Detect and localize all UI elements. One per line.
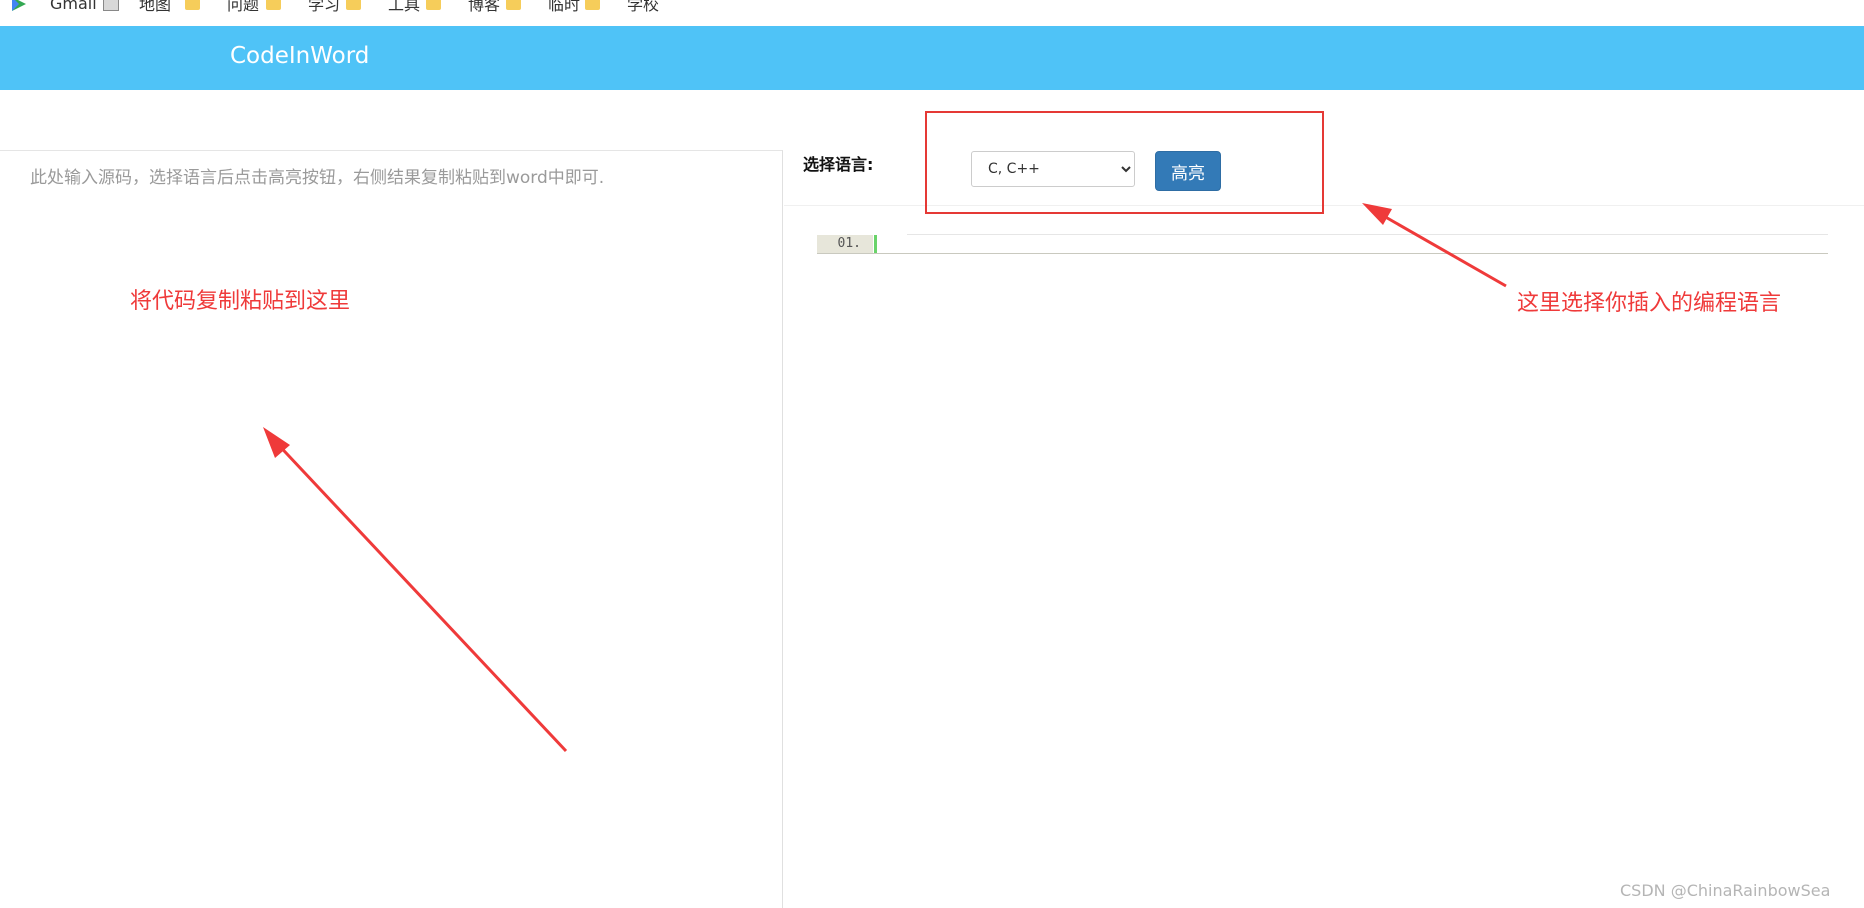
folder-icon [585,0,600,10]
line-number: 01. [817,235,873,253]
code-bottom-border [817,253,1828,254]
line-marker [874,235,877,253]
source-panel [0,150,783,908]
source-code-input[interactable] [0,151,782,908]
folder-icon [426,0,441,10]
brand-link[interactable]: CodeInWord [230,43,369,69]
bookmark-folder-boke[interactable]: 博客 [426,0,500,14]
watermark: CSDN @ChinaRainbowSea [1620,881,1831,900]
bookmark-label: 工具 [388,0,421,14]
bookmark-map[interactable]: 地图 [103,0,171,14]
bookmark-label: Gmail [50,0,97,13]
code-top-border [907,234,1828,235]
bookmarks-bar: Gmail 地图 问题 学习 工具 博客 临时 学校 [0,0,1864,26]
annotation-right-text: 这里选择你插入的编程语言 [1517,291,1782,316]
bookmark-folder-gongju[interactable]: 工具 [346,0,420,14]
bookmark-folder-wenti[interactable]: 问题 [185,0,259,14]
bookmark-folder-xuexiao[interactable]: 学校 [585,0,659,14]
annotation-highlight-box [925,111,1324,214]
annotation-left-text: 将代码复制粘贴到这里 [130,289,351,314]
bookmark-label: 临时 [548,0,581,14]
app-window: Gmail 地图 问题 学习 工具 博客 临时 学校 CodeInWord 此处… [0,0,1864,908]
bookmark-folder-linshi[interactable]: 临时 [506,0,580,14]
code-output[interactable]: 01. [817,234,1828,254]
map-icon [103,0,119,11]
bookmark-label: 问题 [227,0,260,14]
bookmark-folder-xuexi[interactable]: 学习 [266,0,340,14]
folder-icon [506,0,521,10]
bookmark-label: 学校 [627,0,660,14]
folder-icon [185,0,200,10]
language-label: 选择语言: [803,155,874,174]
bookmark-label: 学习 [308,0,341,14]
folder-icon [266,0,281,10]
bookmark-gmail[interactable]: Gmail [10,0,97,14]
top-navbar: CodeInWord [0,26,1864,90]
folder-icon [346,0,361,10]
play-icon [10,0,28,11]
bookmark-label: 地图 [139,0,172,14]
bookmark-label: 博客 [468,0,501,14]
